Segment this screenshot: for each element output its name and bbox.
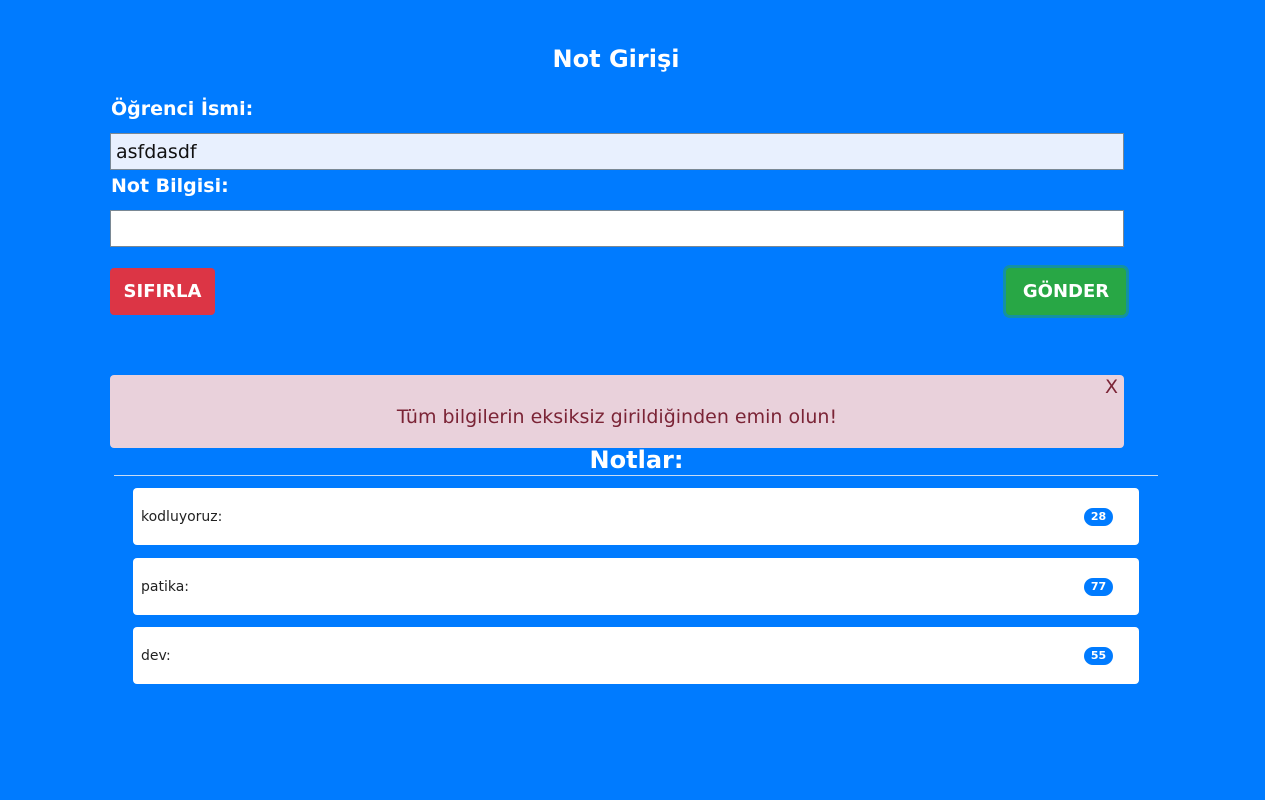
grade-label: Not Bilgisi: bbox=[111, 175, 229, 197]
note-list-item: dev: 55 bbox=[133, 627, 1139, 684]
page-title: Not Girişi bbox=[552, 45, 680, 73]
grade-input[interactable] bbox=[110, 210, 1124, 247]
note-grade-badge: 55 bbox=[1084, 647, 1113, 665]
reset-button[interactable]: SIFIRLA bbox=[110, 268, 215, 315]
note-list-item: kodluyoruz: 28 bbox=[133, 488, 1139, 545]
note-label: kodluyoruz: bbox=[141, 509, 223, 525]
student-name-label: Öğrenci İsmi: bbox=[111, 98, 254, 120]
alert-close-button[interactable]: X bbox=[1105, 375, 1118, 399]
note-list-item: patika: 77 bbox=[133, 558, 1139, 615]
warning-alert: X Tüm bilgilerin eksiksiz girildiğinden … bbox=[110, 375, 1124, 448]
notes-title: Notlar: bbox=[589, 446, 684, 474]
submit-button[interactable]: GÖNDER bbox=[1006, 268, 1126, 315]
note-label: dev: bbox=[141, 648, 171, 664]
note-grade-badge: 28 bbox=[1084, 508, 1113, 526]
notes-divider bbox=[114, 475, 1158, 476]
student-name-input[interactable] bbox=[110, 133, 1124, 170]
alert-message: Tüm bilgilerin eksiksiz girildiğinden em… bbox=[396, 406, 838, 428]
note-grade-badge: 77 bbox=[1084, 578, 1113, 596]
note-label: patika: bbox=[141, 579, 190, 595]
